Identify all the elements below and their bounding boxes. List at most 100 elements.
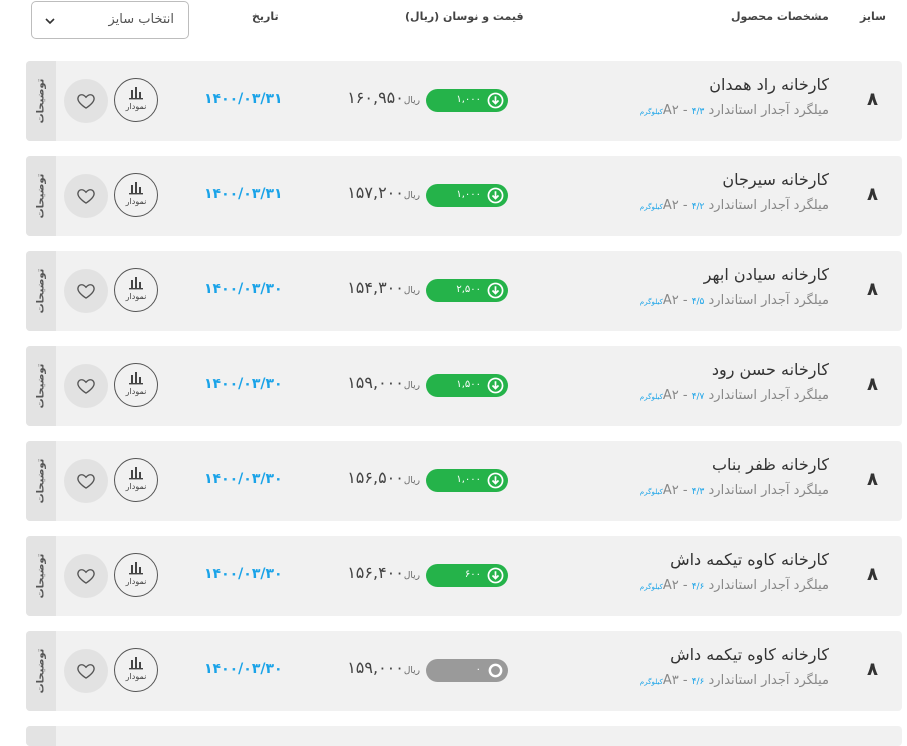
spec-text: میلگرد آجدار استاندارد A۲ - xyxy=(662,388,829,403)
chevron-down-icon xyxy=(45,18,55,25)
column-header-size: سایز xyxy=(860,10,886,23)
weight-unit: کیلوگرم xyxy=(639,298,663,306)
chart-button[interactable]: نمودار xyxy=(114,363,158,407)
factory-name[interactable]: کارخانه کاوه تیکمه داش xyxy=(670,550,829,569)
product-spec: میلگرد آجدار استاندارد A۲ - ۴/۳ کیلوگرم xyxy=(640,483,829,498)
rial-label: ریال xyxy=(403,191,420,201)
chart-label: نمودار xyxy=(125,102,147,111)
product-spec: میلگرد آجدار استاندارد A۲ - ۴/۶ کیلوگرم xyxy=(640,578,829,593)
chart-button[interactable]: نمودار xyxy=(114,458,158,502)
chart-button[interactable]: نمودار xyxy=(114,268,158,312)
price-number: ۱۵۶,۴۰۰ xyxy=(347,563,404,582)
price-value: ریال۱۵۶,۵۰۰ xyxy=(347,468,420,487)
price-date: ۱۴۰۰/۰۳/۳۰ xyxy=(204,281,283,297)
favorite-button[interactable] xyxy=(64,269,108,313)
heart-icon xyxy=(77,664,95,679)
rial-label: ریال xyxy=(403,571,420,581)
description-tab[interactable]: توضیحات xyxy=(26,346,56,426)
weight-value: ۴/۶ xyxy=(691,582,705,592)
chart-label: نمودار xyxy=(125,197,147,206)
factory-name[interactable]: کارخانه ظفر بناب xyxy=(712,455,829,474)
chart-button[interactable]: نمودار xyxy=(114,553,158,597)
description-tab[interactable]: توضیحات xyxy=(26,251,56,331)
price-change-value: ۱,۰۰۰ xyxy=(456,189,481,200)
description-tab[interactable]: توضیحات xyxy=(26,441,56,521)
chart-label: نمودار xyxy=(125,672,147,681)
description-label: توضیحات xyxy=(35,553,47,599)
chart-button[interactable]: نمودار xyxy=(114,648,158,692)
favorite-button[interactable] xyxy=(64,554,108,598)
weight-unit: کیلوگرم xyxy=(639,203,663,211)
bar-chart-icon xyxy=(129,562,143,575)
favorite-button[interactable] xyxy=(64,459,108,503)
neutral-circle-icon xyxy=(488,663,503,678)
size-value: ۸ xyxy=(867,374,878,395)
chart-button[interactable]: نمودار xyxy=(114,78,158,122)
heart-icon xyxy=(77,94,95,109)
rial-label: ریال xyxy=(403,666,420,676)
spec-text: میلگرد آجدار استاندارد A۲ - xyxy=(662,578,829,593)
heart-icon xyxy=(77,284,95,299)
size-value: ۸ xyxy=(867,279,878,300)
description-tab[interactable]: توضیحات xyxy=(26,156,56,236)
chart-button[interactable]: نمودار xyxy=(114,173,158,217)
bar-chart-icon xyxy=(129,87,143,100)
favorite-button[interactable] xyxy=(64,649,108,693)
description-tab[interactable]: توضیحات xyxy=(26,631,56,711)
description-label: توضیحات xyxy=(35,78,47,124)
product-spec: میلگرد آجدار استاندارد A۲ - ۴/۲ کیلوگرم xyxy=(640,198,829,213)
chart-label: نمودار xyxy=(125,292,147,301)
price-change-value: ۶۰۰ xyxy=(464,569,481,580)
chart-label: نمودار xyxy=(125,387,147,396)
description-tab[interactable] xyxy=(26,726,56,746)
price-value: ریال۱۵۷,۲۰۰ xyxy=(347,183,420,202)
description-label: توضیحات xyxy=(35,268,47,314)
price-date: ۱۴۰۰/۰۳/۳۰ xyxy=(204,661,283,677)
spec-text: میلگرد آجدار استاندارد A۲ - xyxy=(662,483,829,498)
arrow-down-circle-icon xyxy=(487,567,504,584)
factory-name[interactable]: کارخانه راد همدان xyxy=(709,75,829,94)
price-date: ۱۴۰۰/۰۳/۳۰ xyxy=(204,566,283,582)
price-date: ۱۴۰۰/۰۳/۳۱ xyxy=(204,91,283,107)
price-change-badge: ۰ xyxy=(426,659,508,682)
description-tab[interactable]: توضیحات xyxy=(26,61,56,141)
favorite-button[interactable] xyxy=(64,79,108,123)
price-change-badge: ۱,۰۰۰ xyxy=(426,184,508,207)
bar-chart-icon xyxy=(129,657,143,670)
column-header-price: قیمت و نوسان (ریال) xyxy=(405,10,524,23)
arrow-down-circle-icon xyxy=(487,282,504,299)
description-tab[interactable]: توضیحات xyxy=(26,536,56,616)
weight-value: ۴/۳ xyxy=(691,107,705,117)
bar-chart-icon xyxy=(129,467,143,480)
favorite-button[interactable] xyxy=(64,364,108,408)
size-select[interactable]: انتخاب سایز xyxy=(31,1,189,39)
heart-icon xyxy=(77,379,95,394)
price-value: ریال۱۵۹,۰۰۰ xyxy=(347,658,420,677)
size-value: ۸ xyxy=(867,469,878,490)
factory-name[interactable]: کارخانه حسن رود xyxy=(712,360,829,379)
column-header-specs: مشخصات محصول xyxy=(731,10,829,23)
price-change-badge: ۱,۰۰۰ xyxy=(426,89,508,112)
price-date: ۱۴۰۰/۰۳/۳۰ xyxy=(204,471,283,487)
rial-label: ریال xyxy=(403,96,420,106)
weight-value: ۴/۷ xyxy=(691,392,705,402)
price-number: ۱۵۷,۲۰۰ xyxy=(347,183,404,202)
price-value: ریال۱۵۹,۰۰۰ xyxy=(347,373,420,392)
weight-value: ۴/۲ xyxy=(691,202,705,212)
rial-label: ریال xyxy=(403,381,420,391)
favorite-button[interactable] xyxy=(64,174,108,218)
weight-unit: کیلوگرم xyxy=(639,108,663,116)
price-change-badge: ۱,۵۰۰ xyxy=(426,374,508,397)
rial-label: ریال xyxy=(403,476,420,486)
factory-name[interactable]: کارخانه سیرجان xyxy=(722,170,829,189)
price-value: ریال۱۶۰,۹۵۰ xyxy=(347,88,420,107)
bar-chart-icon xyxy=(129,182,143,195)
weight-value: ۴/۳ xyxy=(691,487,705,497)
factory-name[interactable]: کارخانه کاوه تیکمه داش xyxy=(670,645,829,664)
description-label: توضیحات xyxy=(35,648,47,694)
factory-name[interactable]: کارخانه سیادن ابهر xyxy=(704,265,829,284)
weight-value: ۴/۵ xyxy=(691,297,705,307)
weight-unit: کیلوگرم xyxy=(639,393,663,401)
price-number: ۱۵۴,۳۰۰ xyxy=(347,278,404,297)
product-spec: میلگرد آجدار استاندارد A۲ - ۴/۷ کیلوگرم xyxy=(640,388,829,403)
